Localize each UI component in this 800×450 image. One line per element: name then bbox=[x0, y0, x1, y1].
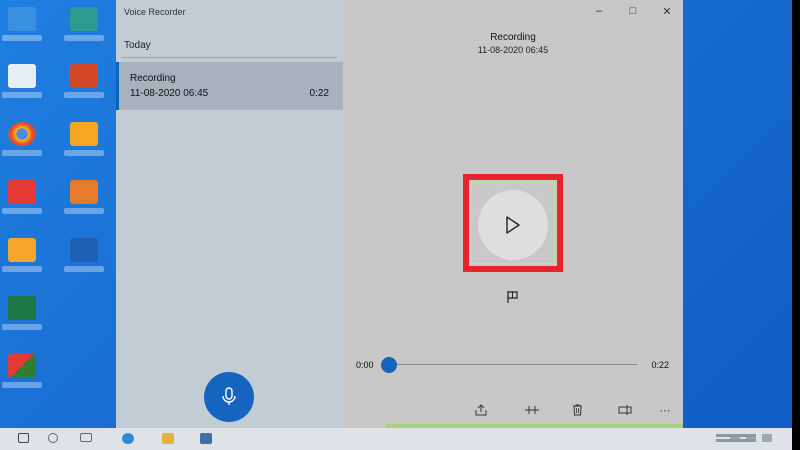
recordings-pane: Voice Recorder Today Recording 11-08-202… bbox=[116, 0, 343, 428]
rename-icon[interactable] bbox=[617, 402, 633, 418]
desktop-icon[interactable] bbox=[64, 178, 104, 218]
record-button[interactable] bbox=[204, 372, 254, 422]
screen-border bbox=[792, 0, 800, 450]
excel-icon[interactable] bbox=[2, 294, 42, 334]
desktop-icon[interactable] bbox=[2, 352, 42, 392]
desktop-icon[interactable] bbox=[64, 236, 104, 276]
player-toolbar: ⋯ bbox=[343, 402, 683, 422]
tray-icon[interactable] bbox=[762, 434, 772, 442]
desktop-icon[interactable] bbox=[2, 236, 42, 276]
time-current: 0:00 bbox=[356, 360, 374, 370]
divider bbox=[122, 57, 337, 58]
trash-icon[interactable] bbox=[569, 402, 585, 418]
desktop-icon[interactable] bbox=[64, 5, 104, 45]
microphone-icon bbox=[222, 387, 236, 405]
selection-indicator bbox=[116, 62, 119, 110]
window-controls: – □ ✕ bbox=[593, 5, 673, 18]
desktop-icon[interactable] bbox=[2, 62, 42, 102]
recording-date: 11-08-2020 06:45 bbox=[130, 88, 209, 99]
app-title: Voice Recorder bbox=[124, 7, 186, 17]
trim-icon[interactable] bbox=[524, 402, 540, 418]
player-pane: – □ ✕ Recording 11-08-2020 06:45 0:00 0:… bbox=[343, 0, 683, 428]
file-explorer-icon[interactable] bbox=[162, 433, 174, 444]
chrome-icon[interactable] bbox=[2, 120, 42, 160]
recording-list-item[interactable]: Recording 11-08-2020 06:45 0:22 bbox=[116, 62, 343, 110]
minimize-icon[interactable]: – bbox=[593, 5, 605, 18]
desktop-icon[interactable] bbox=[2, 178, 42, 218]
task-view-icon[interactable] bbox=[80, 433, 92, 442]
desktop-icon[interactable] bbox=[2, 5, 42, 45]
play-button[interactable] bbox=[478, 190, 548, 260]
more-icon[interactable]: ⋯ bbox=[657, 402, 673, 418]
seek-thumb[interactable] bbox=[381, 357, 397, 373]
group-header-today: Today bbox=[124, 40, 151, 51]
voice-recorder-window: Voice Recorder Today Recording 11-08-202… bbox=[116, 0, 683, 428]
player-date: 11-08-2020 06:45 bbox=[477, 45, 549, 55]
seek-track[interactable] bbox=[383, 364, 637, 365]
search-icon[interactable] bbox=[48, 433, 58, 443]
recording-duration: 0:22 bbox=[309, 88, 329, 99]
flag-icon[interactable] bbox=[506, 290, 520, 304]
clock[interactable] bbox=[716, 432, 756, 444]
taskbar-app-icon[interactable] bbox=[200, 433, 212, 444]
recording-name: Recording bbox=[130, 73, 176, 84]
time-total: 0:22 bbox=[651, 360, 669, 370]
share-icon[interactable] bbox=[473, 402, 489, 418]
maximize-icon[interactable]: □ bbox=[627, 5, 639, 18]
edge-icon[interactable] bbox=[122, 433, 134, 444]
player-title: Recording bbox=[490, 32, 536, 43]
desktop: Voice Recorder Today Recording 11-08-202… bbox=[0, 0, 800, 450]
start-icon[interactable] bbox=[18, 433, 29, 443]
close-icon[interactable]: ✕ bbox=[661, 5, 673, 18]
desktop-icon[interactable] bbox=[64, 120, 104, 160]
powerpoint-icon[interactable] bbox=[64, 62, 104, 102]
play-icon bbox=[506, 216, 520, 234]
taskbar bbox=[0, 428, 792, 450]
